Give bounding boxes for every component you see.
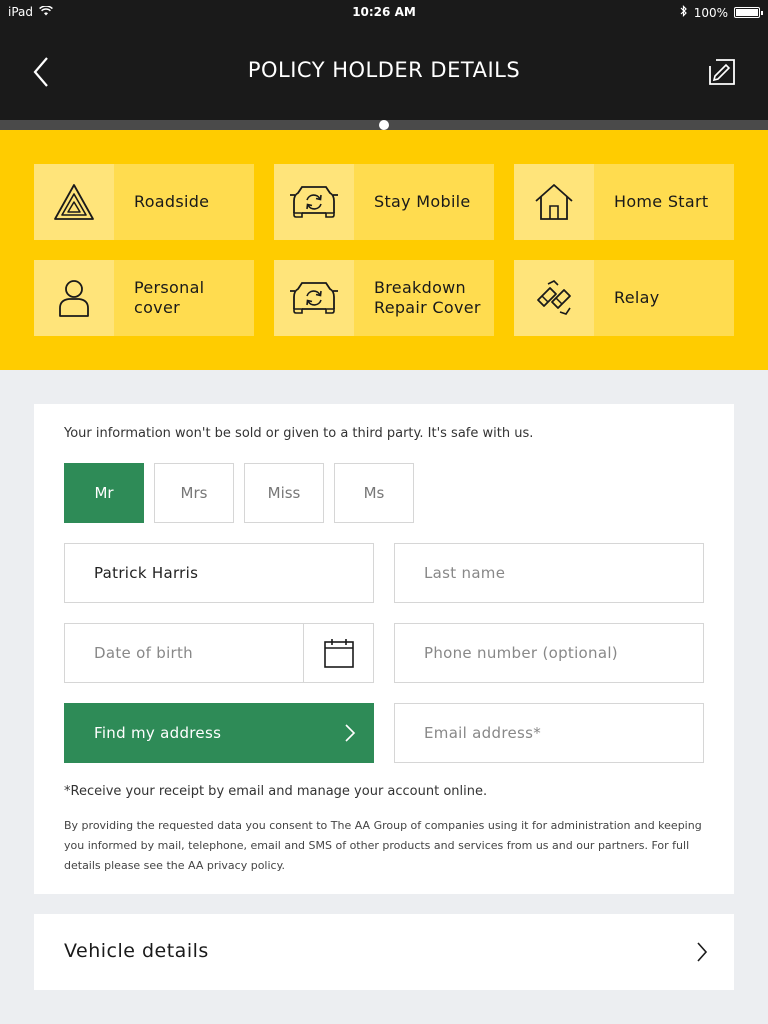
chevron-right-icon bbox=[345, 724, 356, 742]
service-tile-roadside[interactable]: Roadside bbox=[34, 164, 254, 240]
edit-button[interactable] bbox=[706, 56, 738, 88]
receipt-note: *Receive your receipt by email and manag… bbox=[64, 784, 488, 799]
house-icon bbox=[535, 184, 573, 220]
privacy-note: Your information won't be sold or given … bbox=[64, 426, 534, 441]
service-label: Personal cover bbox=[134, 278, 205, 317]
title-option-mrs[interactable]: Mrs bbox=[154, 463, 234, 523]
service-label: Relay bbox=[614, 288, 660, 307]
chevron-right-icon bbox=[697, 942, 708, 962]
email-field[interactable]: Email address* bbox=[394, 703, 704, 763]
edit-icon bbox=[709, 59, 735, 85]
status-bar: iPad 10:26 AM 100% bbox=[0, 0, 768, 24]
title-option-ms[interactable]: Ms bbox=[334, 463, 414, 523]
status-time: 10:26 AM bbox=[352, 5, 416, 19]
car-refresh-icon bbox=[290, 282, 338, 314]
find-address-button[interactable]: Find my address bbox=[64, 703, 374, 763]
first-name-field[interactable]: Patrick Harris bbox=[64, 543, 374, 603]
service-label: Stay Mobile bbox=[374, 192, 471, 211]
title-option-miss[interactable]: Miss bbox=[244, 463, 324, 523]
consent-text: By providing the requested data you cons… bbox=[64, 819, 702, 872]
date-of-birth-field[interactable]: Date of birth bbox=[64, 623, 374, 683]
progress-indicator bbox=[379, 120, 389, 130]
services-panel: Roadside Stay Mobile Home Start Personal… bbox=[0, 130, 768, 370]
vehicle-details-row[interactable]: Vehicle details bbox=[34, 914, 734, 990]
nav-bar: POLICY HOLDER DETAILS bbox=[0, 24, 768, 120]
person-icon bbox=[59, 280, 89, 317]
service-label: Home Start bbox=[614, 192, 709, 211]
phone-field[interactable]: Phone number (optional) bbox=[394, 623, 704, 683]
page-title: POLICY HOLDER DETAILS bbox=[247, 58, 521, 82]
title-option-mr[interactable]: Mr bbox=[64, 463, 144, 523]
calendar-icon bbox=[323, 639, 354, 668]
bluetooth-icon bbox=[680, 5, 688, 20]
service-tile-personal-cover[interactable]: Personal cover bbox=[34, 260, 254, 336]
warning-triangle-icon bbox=[54, 184, 94, 220]
service-label: Breakdown Repair Cover bbox=[374, 278, 481, 317]
tow-hook-icon bbox=[537, 280, 571, 315]
vehicle-details-label: Vehicle details bbox=[64, 940, 209, 962]
service-tile-stay-mobile[interactable]: Stay Mobile bbox=[274, 164, 494, 240]
battery-percent: 100% bbox=[693, 5, 728, 20]
progress-bar bbox=[0, 120, 768, 130]
service-tile-home-start[interactable]: Home Start bbox=[514, 164, 734, 240]
car-refresh-icon bbox=[290, 186, 338, 218]
service-label: Roadside bbox=[134, 192, 210, 211]
battery-icon bbox=[734, 7, 763, 18]
date-of-birth-placeholder: Date of birth bbox=[94, 644, 193, 662]
service-tile-breakdown-repair[interactable]: Breakdown Repair Cover bbox=[274, 260, 494, 336]
date-picker-button[interactable] bbox=[303, 624, 373, 682]
last-name-field[interactable]: Last name bbox=[394, 543, 704, 603]
service-tile-relay[interactable]: Relay bbox=[514, 260, 734, 336]
find-address-label: Find my address bbox=[94, 724, 222, 742]
policy-holder-form: Your information won't be sold or given … bbox=[34, 404, 734, 894]
